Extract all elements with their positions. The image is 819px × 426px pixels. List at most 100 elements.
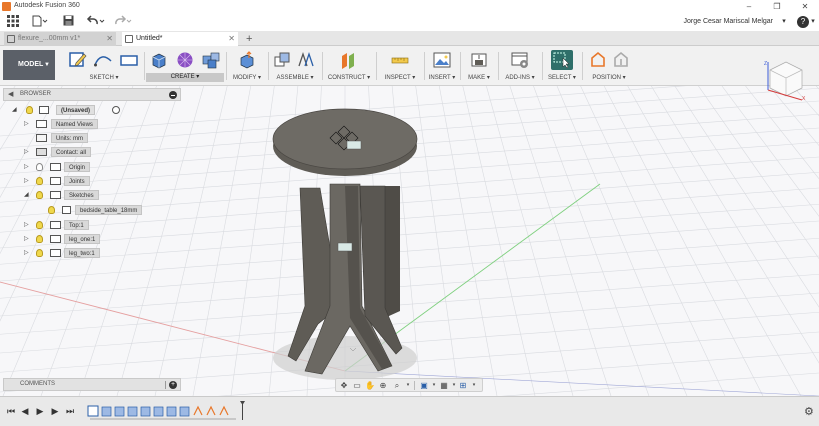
line-tool-icon[interactable] [94,51,112,69]
tree-item-sketch-bedside[interactable]: bedside_table_18mm [46,204,156,216]
user-account[interactable]: Jorge Cesar Mariscal Melgar [684,18,773,25]
save-icon[interactable] [62,15,74,29]
timeline-component-icon[interactable] [179,406,190,417]
ribbon-group-sketch[interactable]: SKETCH ▾ [66,48,142,84]
expand-caret-icon[interactable]: ▷ [24,175,32,187]
minimize-panel-icon[interactable] [169,91,177,99]
workspace-switcher[interactable]: MODEL ▼ [3,50,55,80]
timeline-joint-icon[interactable] [206,405,216,416]
step-back-icon[interactable]: ◀ [20,406,30,416]
browser-collapse-caret-icon[interactable]: ◀ [8,90,13,98]
timeline-settings-gear-icon[interactable]: ⚙ [804,405,814,418]
scripts-addins-icon[interactable] [511,51,529,69]
measure-icon[interactable] [391,51,409,69]
timeline-joint-icon[interactable] [193,405,203,416]
close-tab-icon[interactable]: ✕ [106,32,113,46]
press-pull-icon[interactable] [238,51,256,69]
tree-item-joints[interactable]: ▷ Joints [24,175,124,187]
timeline-marker-handle[interactable] [240,401,245,420]
tree-item-top[interactable]: ▷ Top:1 [24,219,124,231]
viewports-chevron-down-icon[interactable]: ▾ [469,381,479,390]
visibility-bulb-icon[interactable] [26,106,33,114]
tab-untitled[interactable]: Untitled* ✕ [122,32,238,46]
visibility-bulb-icon[interactable] [48,206,55,214]
timeline-features[interactable] [86,403,246,421]
zoom-icon[interactable]: ⊕ [378,381,388,390]
timeline-extrude-icon[interactable] [140,406,151,417]
help-chevron-down-icon[interactable]: ▾ [809,15,817,29]
display-chevron-down-icon[interactable]: ▾ [429,381,439,390]
expand-caret-icon[interactable]: ◢ [12,104,20,116]
minimize-button[interactable]: – [738,0,760,13]
timeline-joint-icon[interactable] [219,405,229,416]
visibility-bulb-icon[interactable] [36,221,43,229]
tree-item-leg-two[interactable]: ▷ leg_two:1 [24,247,124,259]
grid-settings-icon[interactable]: ▦ [439,381,449,390]
ribbon-group-construct[interactable]: CONSTRUCT ▾ [324,48,374,84]
comments-panel-header[interactable]: COMMENTS + [3,378,181,391]
activate-radio-icon[interactable] [112,106,120,114]
ribbon-group-insert[interactable]: INSERT ▾ [426,48,458,84]
visibility-bulb-off-icon[interactable] [36,163,43,171]
add-comment-icon[interactable]: + [169,381,177,389]
ribbon-group-select[interactable]: SELECT ▾ [544,48,580,84]
offset-plane-icon[interactable] [340,51,358,69]
visibility-bulb-icon[interactable] [36,249,43,257]
expand-caret-icon[interactable]: ▷ [24,233,32,245]
viewports-icon[interactable]: ⊞ [458,381,468,390]
timeline-extrude-icon[interactable] [114,406,125,417]
timeline-extrude-icon[interactable] [101,406,112,417]
ribbon-group-position[interactable]: POSITION ▾ [584,48,634,84]
3d-print-icon[interactable] [470,51,488,69]
close-tab-icon[interactable]: ✕ [228,32,235,46]
data-panel-grid-icon[interactable] [6,15,20,29]
tree-item-units[interactable]: Units: mm [24,132,124,144]
tree-item-contact[interactable]: ▷ Contact: all [24,146,124,158]
look-at-icon[interactable]: ▭ [352,381,362,390]
tree-item-root[interactable]: ◢ (Unsaved) [12,104,120,116]
bedside-table-model[interactable] [272,108,418,380]
step-forward-icon[interactable]: ▶ [50,406,60,416]
timeline-extrude-icon[interactable] [127,406,138,417]
display-settings-icon[interactable]: ▣ [419,381,429,390]
extrude-icon[interactable] [150,51,168,69]
account-chevron-down-icon[interactable]: ▾ [779,15,789,29]
redo-icon[interactable] [113,15,133,29]
tree-item-named-views[interactable]: ▷ Named Views [24,118,124,130]
ribbon-group-make[interactable]: MAKE ▾ [462,48,496,84]
go-to-end-icon[interactable]: ⏭ [65,406,75,416]
new-tab-plus-icon[interactable]: + [246,32,252,46]
select-cursor-icon[interactable] [551,50,573,70]
maximize-button[interactable]: ❐ [766,0,788,13]
timeline-extrude-icon[interactable] [153,406,164,417]
expand-caret-icon[interactable]: ▷ [24,161,32,173]
timeline-sketch-icon[interactable] [87,405,99,417]
help-icon[interactable]: ? [797,16,809,28]
box-primitive-icon[interactable] [202,51,220,69]
view-cube[interactable]: Z X [762,56,808,102]
tree-item-sketches[interactable]: ◢ Sketches [24,189,124,201]
capture-position-icon[interactable] [589,51,607,69]
play-icon[interactable]: ▶ [35,406,45,416]
ribbon-group-addins[interactable]: ADD-INS ▾ [500,48,540,84]
timeline-extrude-icon[interactable] [166,406,177,417]
visibility-bulb-icon[interactable] [36,177,43,185]
expand-caret-icon[interactable]: ▷ [24,247,32,259]
file-menu-icon[interactable] [32,15,48,29]
ribbon-group-inspect[interactable]: INSPECT ▾ [378,48,422,84]
ribbon-group-create[interactable]: CREATE ▾ [146,48,224,84]
go-to-start-icon[interactable]: ⏮ [6,406,16,416]
create-sketch-icon[interactable] [69,51,87,69]
revert-position-icon[interactable] [612,51,630,69]
tab-flexure[interactable]: flexure_...00mm v1* ✕ [4,32,116,46]
undo-icon[interactable] [86,15,106,29]
new-component-icon[interactable] [273,51,291,69]
joint-badge-icon[interactable] [337,242,353,252]
visibility-bulb-icon[interactable] [36,235,43,243]
form-sphere-icon[interactable] [176,51,194,69]
browser-panel-header[interactable]: ◀ BROWSER [3,88,181,101]
ribbon-group-assemble[interactable]: ASSEMBLE ▾ [270,48,320,84]
tree-item-leg-one[interactable]: ▷ leg_one:1 [24,233,124,245]
tree-item-origin[interactable]: ▷ Origin [24,161,124,173]
zoom-chevron-down-icon[interactable]: ▾ [403,381,413,390]
